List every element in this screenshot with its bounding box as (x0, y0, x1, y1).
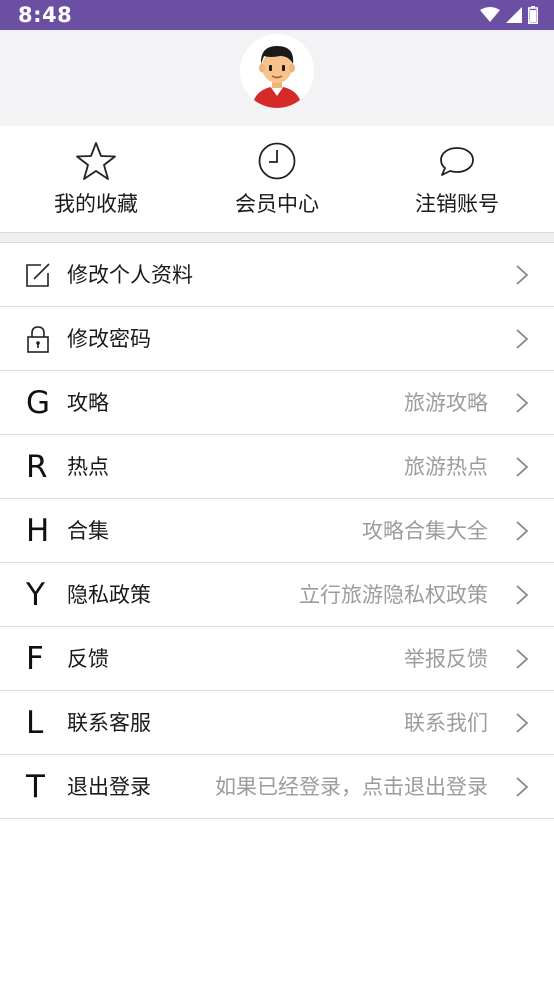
menu-item-letter: L (26, 705, 44, 741)
menu-item-subtitle: 举报反馈 (404, 647, 488, 671)
menu-item-title: 合集 (67, 519, 109, 543)
menu-item-letter: G (26, 385, 51, 421)
menu-item-letter: H (26, 513, 50, 549)
user-avatar-icon[interactable] (240, 34, 314, 108)
chat-bubble-icon (440, 147, 474, 176)
status-icons (480, 6, 538, 24)
menu-item-feedback[interactable]: F 反馈 举报反馈 (0, 627, 554, 691)
chevron-right-icon (516, 329, 529, 349)
menu-item-letter: R (26, 449, 48, 485)
menu-item-subtitle: 旅游攻略 (404, 391, 488, 415)
status-time: 8:48 (18, 3, 73, 27)
wifi-icon (480, 7, 500, 22)
menu-item-subtitle: 如果已经登录，点击退出登录 (215, 775, 488, 799)
membership-shortcut[interactable]: 会员中心 (187, 126, 367, 232)
chevron-right-icon (516, 393, 529, 413)
chevron-right-icon (516, 777, 529, 797)
menu-item-subtitle: 立行旅游隐私权政策 (299, 583, 488, 607)
chevron-right-icon (516, 585, 529, 605)
settings-menu: 修改个人资料 修改密码 G 攻略 旅游攻略 R 热点 旅游热点 H 合集 攻略合… (0, 243, 554, 819)
menu-item-edit-profile[interactable]: 修改个人资料 (0, 243, 554, 307)
chevron-right-icon (516, 265, 529, 285)
deregister-shortcut[interactable]: 注销账号 (367, 126, 547, 232)
clock-icon (258, 142, 296, 180)
menu-item-title: 退出登录 (67, 775, 151, 799)
menu-item-letter: F (26, 641, 44, 677)
membership-label: 会员中心 (235, 192, 319, 216)
shortcut-bar: 我的收藏 会员中心 注销账号 (0, 126, 554, 232)
menu-item-title: 热点 (67, 455, 109, 479)
edit-icon (18, 255, 58, 295)
menu-item-contact-support[interactable]: L 联系客服 联系我们 (0, 691, 554, 755)
menu-item-logout[interactable]: T 退出登录 如果已经登录，点击退出登录 (0, 755, 554, 819)
chevron-right-icon (516, 649, 529, 669)
favorites-shortcut[interactable]: 我的收藏 (6, 126, 186, 232)
menu-item-subtitle: 攻略合集大全 (362, 519, 488, 543)
deregister-label: 注销账号 (415, 192, 499, 216)
chevron-right-icon (516, 521, 529, 541)
menu-item-change-password[interactable]: 修改密码 (0, 307, 554, 371)
menu-item-title: 反馈 (67, 647, 109, 671)
menu-item-subtitle: 旅游热点 (404, 455, 488, 479)
section-divider (0, 232, 554, 243)
menu-item-collections[interactable]: H 合集 攻略合集大全 (0, 499, 554, 563)
star-icon (76, 142, 116, 180)
menu-item-title: 攻略 (67, 391, 109, 415)
chevron-right-icon (516, 713, 529, 733)
menu-item-subtitle: 联系我们 (404, 711, 488, 735)
menu-item-title: 修改个人资料 (67, 263, 193, 287)
menu-item-guides[interactable]: G 攻略 旅游攻略 (0, 371, 554, 435)
menu-item-title: 修改密码 (67, 327, 151, 351)
favorites-label: 我的收藏 (54, 192, 138, 216)
status-bar: 8:48 (0, 0, 554, 30)
battery-icon (528, 6, 538, 24)
menu-item-letter: T (26, 769, 45, 805)
menu-item-privacy-policy[interactable]: Y 隐私政策 立行旅游隐私权政策 (0, 563, 554, 627)
menu-item-letter: Y (26, 577, 45, 613)
menu-item-title: 隐私政策 (67, 583, 151, 607)
profile-header (0, 30, 554, 126)
lock-icon (18, 319, 58, 359)
chevron-right-icon (516, 457, 529, 477)
signal-icon (506, 7, 522, 23)
menu-item-hot-topics[interactable]: R 热点 旅游热点 (0, 435, 554, 499)
menu-item-title: 联系客服 (67, 711, 151, 735)
